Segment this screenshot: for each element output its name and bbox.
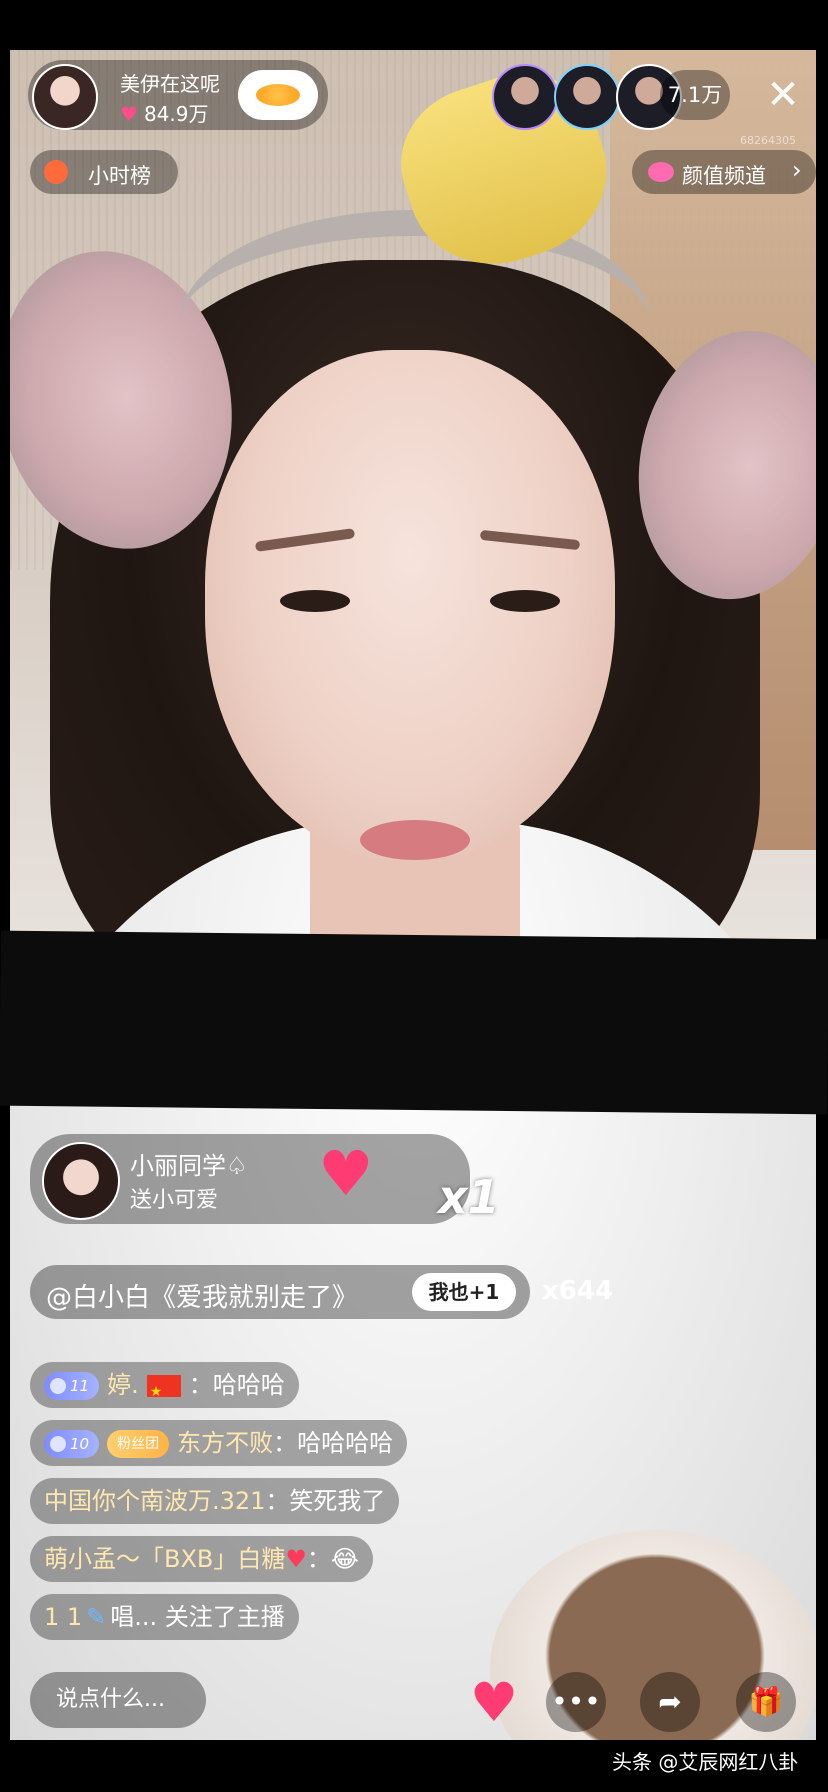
lips-icon xyxy=(648,162,674,182)
chat-text: 唱... 关注了主播 xyxy=(110,1603,285,1631)
winged-heart-icon: ♥ xyxy=(318,1137,374,1210)
chat-text: ：😂 xyxy=(306,1545,359,1573)
close-icon[interactable]: ✕ xyxy=(760,72,806,118)
channel-label: 颜值频道 xyxy=(682,164,766,188)
follow-button[interactable] xyxy=(238,70,318,120)
viewer-count[interactable]: 7.1万 xyxy=(660,70,730,120)
lips xyxy=(360,820,470,860)
chat-user[interactable]: 萌小孟～「BXB」白糖 xyxy=(44,1545,285,1573)
viewer-avatar[interactable] xyxy=(492,64,558,130)
eye-right xyxy=(490,590,560,612)
china-flag-icon xyxy=(146,1369,181,1415)
headband xyxy=(180,210,650,436)
rank-icon xyxy=(44,160,68,184)
heart-icon: ♥ xyxy=(120,102,138,126)
gifter-avatar[interactable] xyxy=(42,1142,120,1220)
gifter-name: 小丽同学♤ xyxy=(130,1152,248,1180)
host-likes: ♥ 84.9万 xyxy=(120,98,208,127)
eye-left xyxy=(280,590,350,612)
gift-banner: 小丽同学♤ 送小可爱 xyxy=(30,1134,470,1224)
chat-text: ：哈哈哈哈 xyxy=(273,1429,394,1457)
censor-bar xyxy=(0,930,828,1115)
hourly-rank-label: 小时榜 xyxy=(88,164,151,188)
chat-user[interactable]: 东方不败 xyxy=(177,1429,273,1457)
more-icon[interactable]: ••• xyxy=(546,1672,606,1732)
share-icon[interactable]: ➦ xyxy=(640,1672,700,1732)
gift-count: x1 xyxy=(438,1170,500,1224)
level-badge: 11 xyxy=(44,1372,100,1400)
chat-message: 10 粉丝团 东方不败：哈哈哈哈 xyxy=(30,1420,408,1466)
heart-icon: ♥ xyxy=(285,1545,307,1573)
winged-heart-icon[interactable]: ♥ xyxy=(464,1674,524,1732)
watermark: 头条 @艾辰网红八卦 xyxy=(612,1750,799,1774)
chat-text: ：笑死我了 xyxy=(265,1487,386,1515)
chat-message: 1 1 ✎ 唱... 关注了主播 xyxy=(30,1594,299,1640)
song-count: x644 xyxy=(542,1276,614,1306)
host-likes-value: 84.9万 xyxy=(143,102,209,126)
song-request: @白小白《爱我就别走了》 我也+1 xyxy=(30,1265,530,1319)
room-id: 68264305 xyxy=(740,134,796,147)
microphone-icon: ✎ xyxy=(86,1603,107,1631)
gift-message: 送小可爱 xyxy=(130,1188,219,1213)
hourly-rank-button[interactable]: 小时榜 xyxy=(30,150,178,194)
gift-icon[interactable]: 🎁 xyxy=(736,1672,796,1732)
me-too-button[interactable]: 我也+1 xyxy=(412,1273,516,1311)
viewer-avatar[interactable] xyxy=(554,64,620,130)
chat-user[interactable]: 中国你个南波万.321 xyxy=(44,1487,265,1515)
channel-button[interactable]: 颜值频道 › xyxy=(632,150,816,194)
host-avatar[interactable] xyxy=(32,64,98,130)
chat-text: ：哈哈哈 xyxy=(188,1371,285,1399)
host-name: 美伊在这呢 xyxy=(120,72,220,96)
chat-message: 萌小孟～「BXB」白糖♥：😂 xyxy=(30,1536,373,1582)
chat-message: 中国你个南波万.321：笑死我了 xyxy=(30,1478,400,1524)
song-title: @白小白《爱我就别走了》 xyxy=(46,1283,359,1313)
chevron-right-icon: › xyxy=(792,156,802,184)
fan-badge: 粉丝团 xyxy=(107,1430,170,1458)
chat-user[interactable]: 婷. xyxy=(107,1371,139,1399)
chat-user[interactable]: 1 1 xyxy=(44,1603,82,1631)
comment-input[interactable]: 说点什么... xyxy=(30,1672,206,1728)
level-badge: 10 xyxy=(44,1430,100,1458)
host-card[interactable]: 美伊在这呢 ♥ 84.9万 xyxy=(28,60,328,130)
chat-message: 11婷. ：哈哈哈 xyxy=(30,1362,299,1415)
